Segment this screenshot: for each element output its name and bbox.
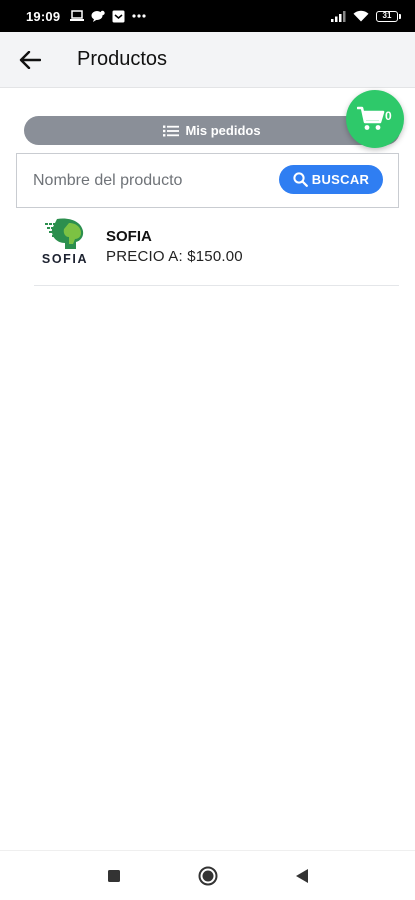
laptop-icon <box>70 10 85 21</box>
battery-level: 31 <box>376 10 398 22</box>
back-nav-button[interactable] <box>290 864 314 888</box>
page-title: Productos <box>77 48 168 70</box>
arrow-left-icon <box>19 50 41 69</box>
recents-button[interactable] <box>102 864 126 888</box>
product-logo: SOFIA <box>34 217 96 277</box>
recents-square-icon <box>107 869 120 882</box>
product-name: SOFIA <box>106 228 152 245</box>
search-bar: BUSCAR <box>16 153 399 208</box>
product-price: PRECIO A: $150.00 <box>106 248 243 265</box>
sofia-logo-icon <box>45 218 84 249</box>
list-item[interactable]: SOFIA SOFIA PRECIO A: $150.00 <box>34 214 399 286</box>
status-left-icons <box>70 10 146 23</box>
my-orders-label: Mis pedidos <box>185 123 261 138</box>
my-orders-button[interactable]: Mis pedidos <box>24 116 400 145</box>
battery-icon: 31 <box>376 10 401 22</box>
home-circle-icon <box>198 866 217 885</box>
product-info: SOFIA PRECIO A: $150.00 <box>106 228 243 265</box>
signal-icon <box>331 11 346 22</box>
home-button[interactable] <box>196 864 220 888</box>
product-name-input[interactable] <box>17 160 267 201</box>
search-button-label: BUSCAR <box>311 172 370 187</box>
message-icon <box>112 10 125 22</box>
status-time: 19:09 <box>26 8 61 24</box>
product-logo-text: SOFIA <box>41 252 89 266</box>
shopping-cart-icon <box>357 106 385 130</box>
status-bar: 19:09 31 <box>0 0 415 32</box>
wifi-icon <box>353 10 369 22</box>
cart-button[interactable]: 0 <box>346 90 404 148</box>
more-dots-icon <box>132 14 146 18</box>
chat-icon <box>91 10 105 22</box>
back-button[interactable] <box>0 32 60 88</box>
status-right-icons: 31 <box>331 10 401 22</box>
search-icon <box>293 172 308 187</box>
app-bar: Productos <box>0 32 415 88</box>
back-triangle-icon <box>295 868 308 883</box>
list-icon <box>163 125 180 136</box>
system-nav-bar <box>0 850 415 900</box>
cart-count-badge: 0 <box>385 109 392 123</box>
search-button[interactable]: BUSCAR <box>279 165 383 194</box>
